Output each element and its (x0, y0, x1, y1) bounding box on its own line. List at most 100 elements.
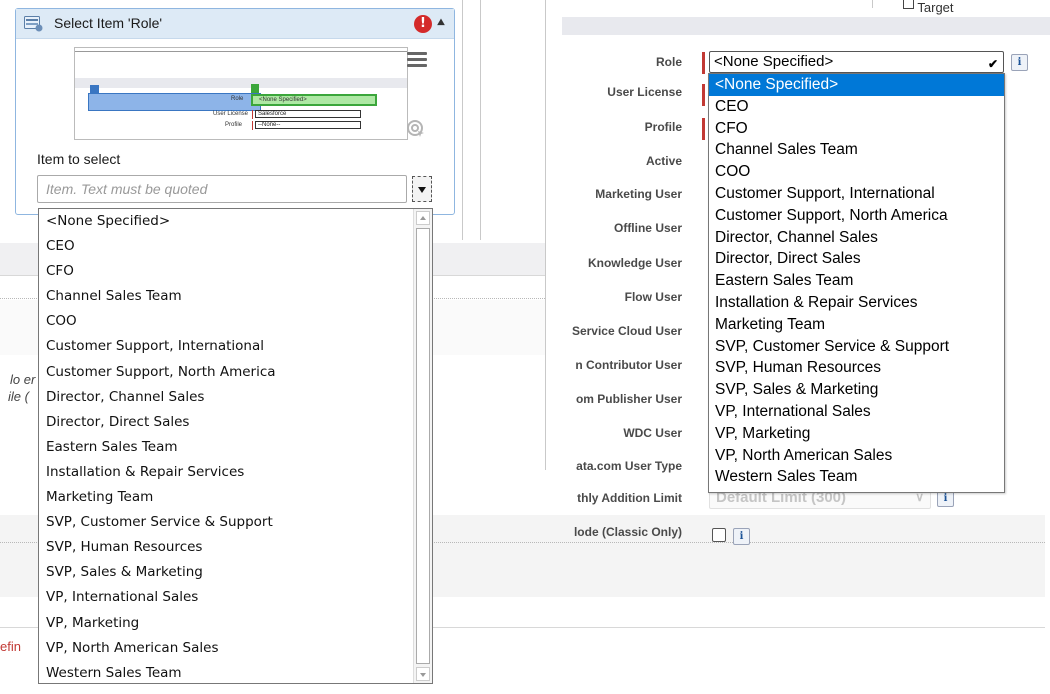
role-option[interactable]: CFO (709, 118, 1004, 140)
chevron-down-icon: ✔ (987, 57, 998, 71)
divider (545, 0, 546, 470)
thumbnail-label: Profile (225, 122, 243, 128)
thumbnail-parent-tag (90, 85, 99, 94)
item-option[interactable]: COO (39, 309, 432, 334)
info-icon[interactable]: i (733, 528, 750, 545)
thumbnail-required (252, 121, 253, 130)
role-option[interactable]: Channel Sales Team (709, 139, 1004, 161)
clipped-text: lo er (10, 372, 36, 387)
thumbnail-select: --None-- (255, 121, 361, 129)
label-mode-classic-only: lode (Classic Only) (573, 525, 682, 539)
role-option[interactable]: Marketing Team (709, 314, 1004, 336)
role-option[interactable]: CEO (709, 96, 1004, 118)
role-option[interactable]: Installation & Repair Services (709, 292, 1004, 314)
label-monthly-addition-limit: thly Addition Limit (577, 491, 682, 505)
role-option[interactable]: Eastern Sales Team (709, 270, 1004, 292)
role-option[interactable]: SVP, Human Resources (709, 357, 1004, 379)
label-service-cloud-user: Service Cloud User (571, 324, 682, 338)
role-option[interactable]: Customer Support, International (709, 183, 1004, 205)
item-option[interactable]: VP, North American Sales (39, 636, 432, 661)
role-select[interactable]: <None Specified> ✔ (709, 51, 1004, 73)
info-icon[interactable]: i (1011, 54, 1028, 71)
role-option[interactable]: <None Specified> (709, 74, 1004, 96)
target-checkbox-label[interactable]: Target (903, 0, 954, 15)
thumbnail-label: Role (231, 96, 244, 102)
form-header-band (562, 17, 1050, 35)
error-icon[interactable]: ! (414, 15, 432, 33)
error-text: efin (0, 639, 21, 654)
label-contributor-user: n Contributor User (575, 358, 682, 372)
classic-mode-checkbox[interactable] (712, 528, 726, 542)
required-indicator (702, 52, 705, 74)
label-offline-user: Offline User (613, 221, 682, 235)
item-to-select-input[interactable]: Item. Text must be quoted (37, 175, 407, 203)
scrollbar-thumb[interactable] (416, 228, 430, 664)
label-user-license: User License (607, 85, 682, 99)
item-options-list[interactable]: <None Specified> CEO CFO Channel Sales Team… (38, 208, 433, 684)
item-option[interactable]: Director, Channel Sales (39, 385, 432, 410)
role-option[interactable]: Director, Direct Sales (709, 248, 1004, 270)
item-option[interactable]: Customer Support, North America (39, 360, 432, 385)
item-option[interactable]: VP, International Sales (39, 585, 432, 610)
item-option[interactable]: CFO (39, 259, 432, 284)
role-option[interactable]: COO (709, 161, 1004, 183)
label-role: Role (655, 55, 682, 69)
item-option[interactable]: Marketing Team (39, 485, 432, 510)
item-option[interactable]: Installation & Repair Services (39, 460, 432, 485)
role-option[interactable]: VP, International Sales (709, 401, 1004, 423)
item-options: <None Specified> CEO CFO Channel Sales Team… (39, 209, 432, 686)
scroll-down-arrow-icon[interactable] (416, 667, 430, 681)
thumbnail-band (75, 78, 407, 88)
thumbnail-select: Salesforce (255, 110, 361, 118)
step-header[interactable]: Select Item 'Role' ! ⯅ (16, 9, 454, 39)
clipped-text: ile ( (8, 389, 29, 404)
label-marketing-user: Marketing User (595, 187, 682, 201)
scroll-up-arrow-icon[interactable] (416, 211, 430, 225)
label-active: Active (645, 154, 682, 168)
pick-element-icon[interactable] (406, 119, 426, 139)
item-dropdown-button[interactable] (412, 176, 432, 202)
triangle-down-icon (418, 187, 426, 193)
item-option[interactable]: SVP, Human Resources (39, 535, 432, 560)
label-profile: Profile (644, 120, 682, 134)
step-title: Select Item 'Role' (54, 15, 163, 31)
element-thumbnail: Role <None Specified> User License Sales… (74, 47, 408, 140)
item-option[interactable]: Western Sales Team (39, 661, 432, 686)
item-option[interactable]: Director, Direct Sales (39, 410, 432, 435)
collapse-icon[interactable]: ⯅ (434, 15, 448, 31)
divider (872, 0, 873, 8)
role-option[interactable]: Western Sales Team (709, 466, 1004, 488)
select-list-icon (24, 16, 43, 32)
menu-icon[interactable] (407, 52, 427, 68)
item-option[interactable]: VP, Marketing (39, 611, 432, 636)
select-item-step-card[interactable]: Select Item 'Role' ! ⯅ Role <None Specif… (15, 8, 455, 215)
label-knowledge-user: Knowledge User (587, 256, 682, 270)
role-option[interactable]: Director, Channel Sales (709, 227, 1004, 249)
item-to-select-label: Item to select (37, 151, 121, 167)
role-option[interactable]: Customer Support, North America (709, 205, 1004, 227)
thumbnail-required (252, 110, 253, 119)
role-option[interactable]: VP, North American Sales (709, 445, 1004, 467)
scrollbar[interactable] (413, 209, 432, 683)
thumbnail-target-highlight: <None Specified> (251, 94, 377, 106)
role-option[interactable]: SVP, Sales & Marketing (709, 379, 1004, 401)
item-option[interactable]: <None Specified> (39, 209, 432, 234)
role-dropdown-list[interactable]: <None Specified> CEO CFO Channel Sales Team… (708, 73, 1005, 493)
item-option[interactable]: Customer Support, International (39, 334, 432, 359)
item-option[interactable]: CEO (39, 234, 432, 259)
item-option[interactable]: Channel Sales Team (39, 284, 432, 309)
thumbnail-label: User License (213, 111, 249, 117)
checkbox-icon[interactable] (903, 0, 914, 9)
label-datacom-user-type: ata.com User Type (576, 459, 682, 473)
label-publisher-user: om Publisher User (575, 392, 682, 406)
role-option[interactable]: SVP, Customer Service & Support (709, 336, 1004, 358)
thumbnail-target-tag (251, 84, 259, 93)
role-option[interactable]: VP, Marketing (709, 423, 1004, 445)
thumbnail-value: <None Specified> (259, 97, 307, 103)
item-option[interactable]: SVP, Sales & Marketing (39, 560, 432, 585)
item-option[interactable]: Eastern Sales Team (39, 435, 432, 460)
thumbnail-topbar (75, 48, 407, 52)
label-wdc-user: WDC User (623, 426, 682, 440)
item-option[interactable]: SVP, Customer Service & Support (39, 510, 432, 535)
label-flow-user: Flow User (624, 290, 682, 304)
